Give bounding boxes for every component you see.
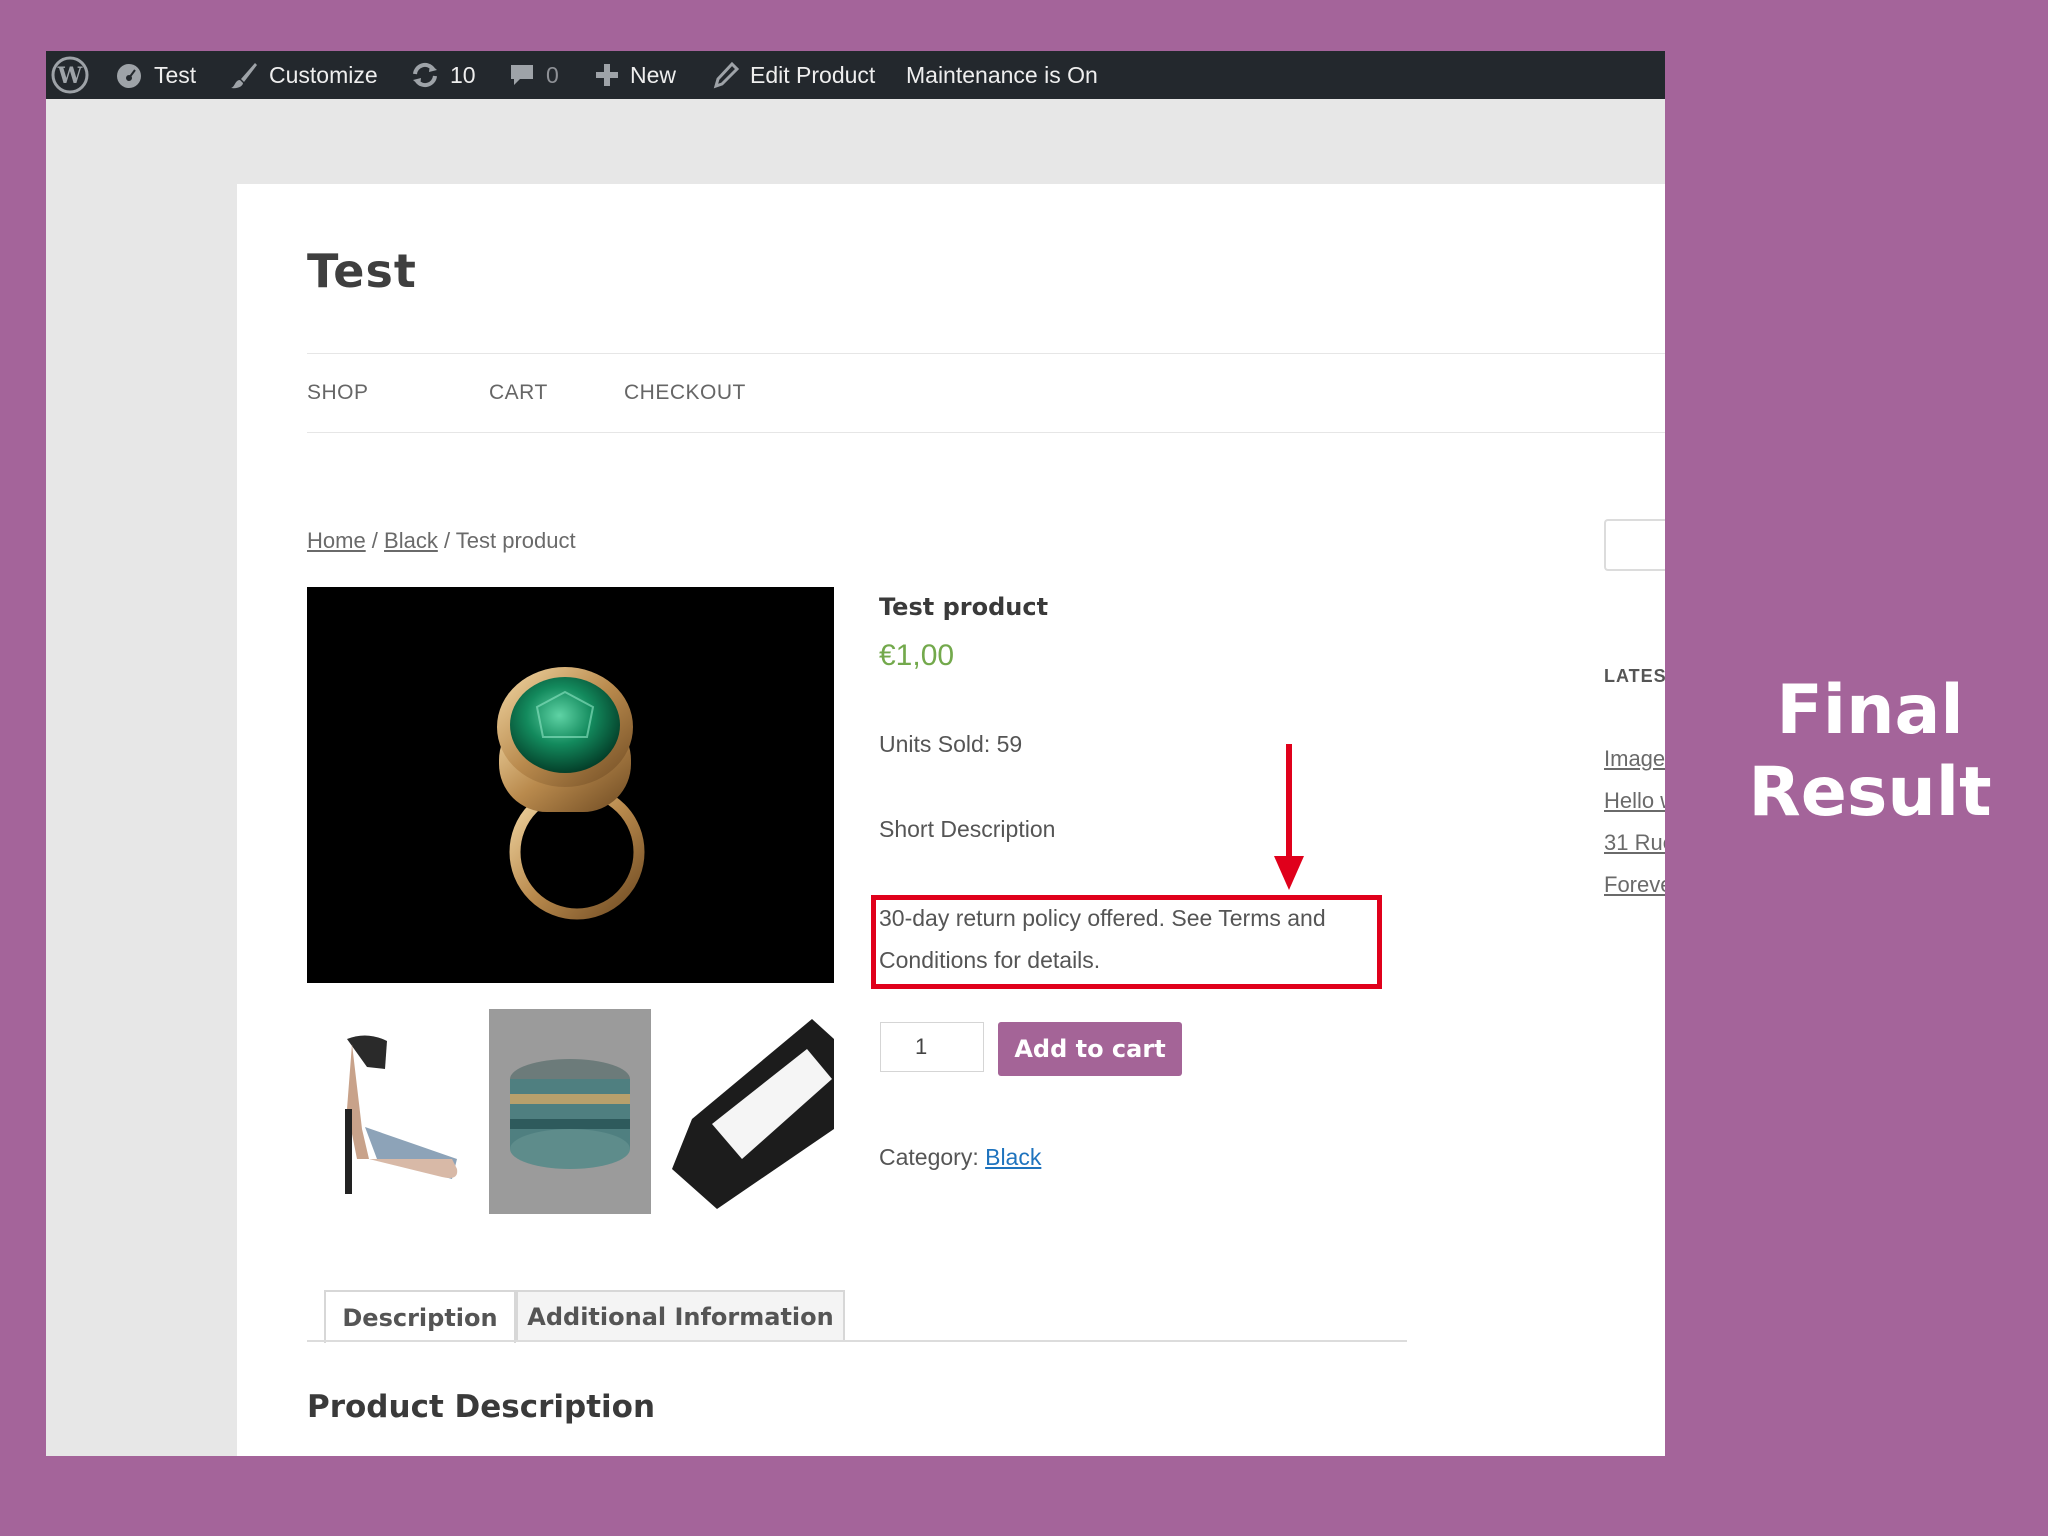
breadcrumb-category-link[interactable]: Black <box>384 528 438 553</box>
quantity-input[interactable]: 1 <box>880 1022 984 1072</box>
wordpress-logo-button[interactable]: W <box>50 51 90 99</box>
return-policy-line: 30-day return policy offered. See Terms … <box>879 905 1326 931</box>
latest-post-link[interactable]: Forever Absolute <box>1604 872 1665 898</box>
final-result-caption: Final Result <box>1720 670 2020 834</box>
site-name-menu[interactable]: Test <box>114 51 196 99</box>
edit-product-button[interactable]: Edit Product <box>712 51 875 99</box>
add-to-cart-button[interactable]: Add to cart <box>998 1022 1182 1076</box>
product-thumbnail[interactable] <box>489 1009 651 1214</box>
site-name-label: Test <box>154 61 197 88</box>
short-description: Short Description <box>879 816 1056 842</box>
return-policy-line: Conditions for details. <box>879 947 1101 973</box>
comments-count: 0 <box>546 61 559 88</box>
latest-posts-heading: LATEST BLOG POSTS <box>1604 666 1665 686</box>
edit-product-label: Edit Product <box>750 61 876 88</box>
nav-bottom-divider <box>307 432 1665 433</box>
nav-shop[interactable]: SHOP <box>307 381 369 405</box>
pencil-icon <box>713 61 740 89</box>
latest-post-link[interactable]: Hello world! <box>1604 788 1665 814</box>
new-content-button[interactable]: New <box>594 51 676 99</box>
ring-image <box>497 667 645 920</box>
breadcrumb-home-link[interactable]: Home <box>307 528 366 553</box>
tab-additional-information[interactable]: Additional Information <box>516 1290 845 1341</box>
updates-button[interactable]: 10 <box>410 51 476 99</box>
screenshot-frame: W Test Customize 10 0 New Edit Product M… <box>46 51 1665 1456</box>
new-label: New <box>630 61 677 88</box>
latest-post-link[interactable]: 31 Rue Cambon <box>1604 830 1665 856</box>
product-thumbnail[interactable] <box>672 1009 834 1214</box>
admin-bar: W Test Customize 10 0 New Edit Product M… <box>46 51 1665 99</box>
category-label: Category: <box>879 1144 986 1170</box>
sandal-image <box>345 1035 458 1194</box>
dashboard-icon <box>117 64 141 88</box>
breadcrumb-separator: / <box>437 528 456 553</box>
customize-button[interactable]: Customize <box>229 51 378 99</box>
svg-text:W: W <box>57 63 83 89</box>
return-policy-text: 30-day return policy offered. See Terms … <box>879 897 1379 981</box>
product-description-heading: Product Description <box>307 1389 656 1425</box>
units-sold: Units Sold: 59 <box>879 731 1023 757</box>
breadcrumb-current: Test product <box>455 528 576 553</box>
nav-top-divider <box>307 353 1665 354</box>
refresh-icon <box>413 62 437 88</box>
page-content: Test SHOP CART CHECKOUT Home / Black / T… <box>237 184 1665 1456</box>
comments-button[interactable]: 0 <box>508 51 559 99</box>
maintenance-label: Maintenance is On <box>906 61 1098 88</box>
product-price: €1,00 <box>879 639 955 672</box>
caption-line: Result <box>1748 753 1992 832</box>
category-link[interactable]: Black <box>985 1144 1041 1170</box>
red-arrow-icon <box>1274 744 1304 890</box>
site-title[interactable]: Test <box>307 244 417 298</box>
breadcrumb: Home / Black / Test product <box>307 528 576 554</box>
comment-icon <box>511 65 533 85</box>
tabs-divider <box>307 1340 1407 1342</box>
product-title: Test product <box>879 593 1049 621</box>
product-main-image[interactable] <box>307 587 834 983</box>
breadcrumb-separator: / <box>365 528 385 553</box>
wordpress-icon: W <box>51 56 89 94</box>
product-thumbnail[interactable] <box>307 1009 469 1214</box>
search-input[interactable] <box>1604 519 1665 571</box>
caption-line: Final <box>1776 671 1964 750</box>
maintenance-status[interactable]: Maintenance is On <box>906 51 1098 99</box>
product-category: Category: Black <box>879 1144 1041 1171</box>
bracelet-image <box>510 1059 630 1169</box>
phone-image <box>672 1019 834 1209</box>
customize-label: Customize <box>269 61 378 88</box>
nav-checkout[interactable]: CHECKOUT <box>624 381 746 405</box>
tab-description[interactable]: Description <box>324 1290 516 1343</box>
latest-post-link[interactable]: Image Post <box>1604 746 1665 772</box>
updates-count: 10 <box>450 61 476 88</box>
plus-icon <box>596 64 618 86</box>
brush-icon <box>231 63 257 89</box>
nav-cart[interactable]: CART <box>489 381 548 405</box>
